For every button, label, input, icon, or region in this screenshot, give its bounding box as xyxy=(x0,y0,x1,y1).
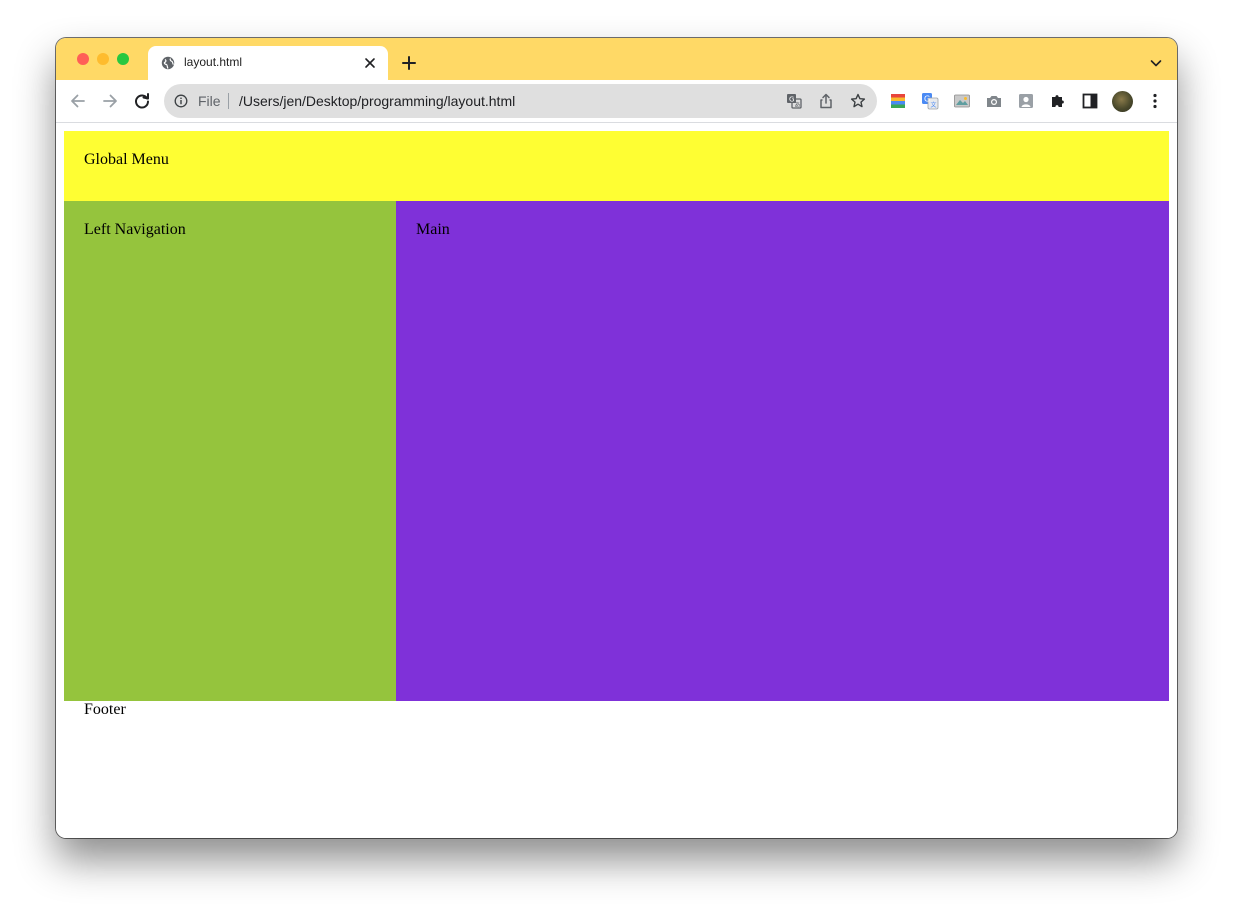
google-translate-extension-icon[interactable]: G 文 xyxy=(921,92,939,110)
close-tab-icon[interactable] xyxy=(363,56,377,70)
globe-icon xyxy=(161,56,175,70)
close-window-button[interactable] xyxy=(77,53,89,65)
url-text[interactable]: /Users/jen/Desktop/programming/layout.ht… xyxy=(239,93,515,109)
tab-layout-html[interactable]: layout.html xyxy=(148,46,388,80)
global-menu-label: Global Menu xyxy=(84,151,169,168)
page-viewport: Global Menu Left Navigation Main Footer xyxy=(56,123,1177,838)
left-navigation-region: Left Navigation xyxy=(64,201,396,701)
side-panel-icon[interactable] xyxy=(1081,92,1099,110)
browser-toolbar: File /Users/jen/Desktop/programming/layo… xyxy=(56,80,1177,123)
profile-avatar[interactable] xyxy=(1112,91,1133,112)
address-bar[interactable]: File /Users/jen/Desktop/programming/layo… xyxy=(164,84,877,118)
image-extension-icon[interactable] xyxy=(953,92,971,110)
translate-icon[interactable]: G あ xyxy=(786,93,802,109)
new-tab-icon[interactable] xyxy=(401,55,417,71)
arrow-right-icon[interactable] xyxy=(101,92,119,110)
star-icon[interactable] xyxy=(850,93,866,109)
chevron-down-icon[interactable] xyxy=(1149,56,1163,70)
browser-window: layout.html File /Users/jen/Desktop/prog… xyxy=(56,38,1177,838)
profile-card-extension-icon[interactable] xyxy=(1017,92,1035,110)
tab-strip: layout.html xyxy=(56,38,1177,80)
reload-icon[interactable] xyxy=(133,92,151,110)
camera-extension-icon[interactable] xyxy=(985,92,1003,110)
global-menu-region: Global Menu xyxy=(64,131,1169,201)
share-icon[interactable] xyxy=(818,93,834,109)
main-region: Main xyxy=(396,201,1169,701)
info-icon[interactable] xyxy=(174,94,188,108)
footer-label: Footer xyxy=(84,701,126,718)
minimize-window-button[interactable] xyxy=(97,53,109,65)
puzzle-icon[interactable] xyxy=(1049,92,1067,110)
main-label: Main xyxy=(416,221,450,238)
arrow-left-icon[interactable] xyxy=(69,92,87,110)
footer-region: Footer xyxy=(64,701,1169,741)
omnibox-divider xyxy=(228,93,229,109)
scheme-label: File xyxy=(198,93,221,109)
svg-text:文: 文 xyxy=(931,101,937,109)
left-navigation-label: Left Navigation xyxy=(84,221,186,238)
color-palette-extension-icon[interactable] xyxy=(889,92,907,110)
tab-title: layout.html xyxy=(184,55,243,69)
maximize-window-button[interactable] xyxy=(117,53,129,65)
kebab-menu-icon[interactable] xyxy=(1146,92,1164,110)
svg-text:あ: あ xyxy=(795,102,801,109)
svg-text:G: G xyxy=(924,95,930,104)
